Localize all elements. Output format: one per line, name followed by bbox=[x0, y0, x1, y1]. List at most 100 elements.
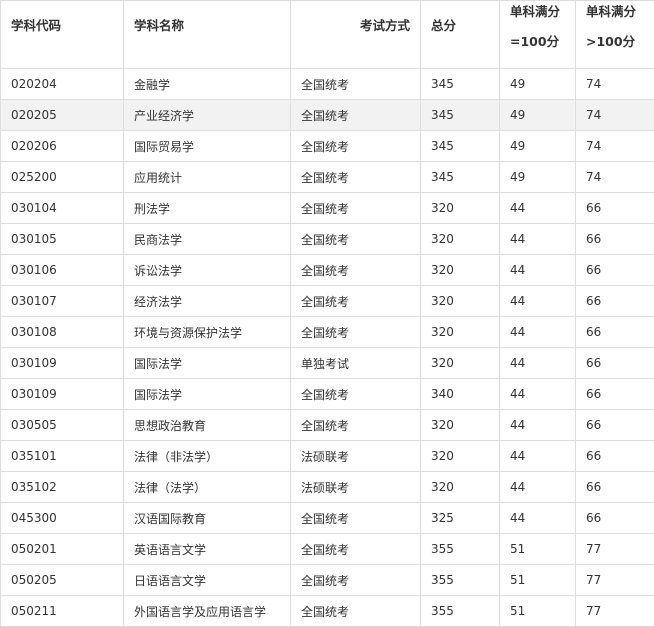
header-full-150: 单科满分 >100分 bbox=[576, 1, 654, 69]
cell-name: 国际贸易学 bbox=[124, 131, 291, 162]
cell-score-150: 66 bbox=[576, 317, 654, 348]
cell-code: 045300 bbox=[1, 503, 124, 534]
cell-name: 应用统计 bbox=[124, 162, 291, 193]
cell-score-100: 44 bbox=[500, 286, 576, 317]
table-row: 030108环境与资源保护法学全国统考3204466 bbox=[1, 317, 654, 348]
cell-code: 020204 bbox=[1, 69, 124, 100]
cell-score-150: 66 bbox=[576, 503, 654, 534]
table-row: 050211外国语言学及应用语言学全国统考3555177 bbox=[1, 596, 654, 627]
header-full-100: 单科满分 =100分 bbox=[500, 1, 576, 69]
cell-score-100: 44 bbox=[500, 224, 576, 255]
cell-method: 全国统考 bbox=[291, 131, 421, 162]
cell-code: 035102 bbox=[1, 472, 124, 503]
cell-score-150: 66 bbox=[576, 472, 654, 503]
cell-score-150: 74 bbox=[576, 69, 654, 100]
cell-name: 国际法学 bbox=[124, 379, 291, 410]
cell-name: 金融学 bbox=[124, 69, 291, 100]
cell-score-100: 44 bbox=[500, 255, 576, 286]
cell-score-150: 66 bbox=[576, 255, 654, 286]
cell-total: 355 bbox=[421, 596, 500, 627]
cell-score-150: 66 bbox=[576, 224, 654, 255]
cell-score-100: 51 bbox=[500, 596, 576, 627]
cell-method: 全国统考 bbox=[291, 286, 421, 317]
table-row: 030505思想政治教育全国统考3204466 bbox=[1, 410, 654, 441]
cell-score-150: 77 bbox=[576, 565, 654, 596]
cell-score-150: 66 bbox=[576, 410, 654, 441]
cell-name: 环境与资源保护法学 bbox=[124, 317, 291, 348]
table-row: 025200应用统计全国统考3454974 bbox=[1, 162, 654, 193]
cell-code: 025200 bbox=[1, 162, 124, 193]
cell-score-100: 44 bbox=[500, 379, 576, 410]
table-row: 045300汉语国际教育全国统考3254466 bbox=[1, 503, 654, 534]
cell-score-150: 66 bbox=[576, 286, 654, 317]
cell-score-150: 74 bbox=[576, 162, 654, 193]
cell-name: 诉讼法学 bbox=[124, 255, 291, 286]
cell-code: 030106 bbox=[1, 255, 124, 286]
cell-total: 320 bbox=[421, 317, 500, 348]
header-code: 学科代码 bbox=[1, 1, 124, 69]
cell-method: 全国统考 bbox=[291, 224, 421, 255]
cell-score-150: 77 bbox=[576, 596, 654, 627]
cell-score-100: 44 bbox=[500, 193, 576, 224]
cell-method: 全国统考 bbox=[291, 503, 421, 534]
cell-total: 340 bbox=[421, 379, 500, 410]
table-row: 030106诉讼法学全国统考3204466 bbox=[1, 255, 654, 286]
cell-code: 030505 bbox=[1, 410, 124, 441]
cell-code: 030107 bbox=[1, 286, 124, 317]
cell-score-100: 44 bbox=[500, 441, 576, 472]
cell-method: 全国统考 bbox=[291, 193, 421, 224]
cell-total: 320 bbox=[421, 441, 500, 472]
header-full-100-line1: 单科满分 bbox=[510, 3, 575, 21]
table-row: 035101法律（非法学）法硕联考3204466 bbox=[1, 441, 654, 472]
cell-method: 全国统考 bbox=[291, 534, 421, 565]
cell-total: 355 bbox=[421, 534, 500, 565]
table-row: 030109国际法学全国统考3404466 bbox=[1, 379, 654, 410]
cell-name: 法律（法学） bbox=[124, 472, 291, 503]
cell-name: 法律（非法学） bbox=[124, 441, 291, 472]
cell-method: 法硕联考 bbox=[291, 441, 421, 472]
header-full-150-line2: >100分 bbox=[586, 33, 654, 51]
header-method: 考试方式 bbox=[291, 1, 421, 69]
cell-total: 345 bbox=[421, 69, 500, 100]
cell-score-100: 49 bbox=[500, 100, 576, 131]
cell-name: 民商法学 bbox=[124, 224, 291, 255]
cell-name: 经济法学 bbox=[124, 286, 291, 317]
cell-method: 单独考试 bbox=[291, 348, 421, 379]
cell-score-100: 49 bbox=[500, 162, 576, 193]
cell-name: 英语语言文学 bbox=[124, 534, 291, 565]
cell-code: 050201 bbox=[1, 534, 124, 565]
cell-method: 全国统考 bbox=[291, 162, 421, 193]
cell-code: 030104 bbox=[1, 193, 124, 224]
cell-total: 355 bbox=[421, 565, 500, 596]
cell-score-150: 77 bbox=[576, 534, 654, 565]
cell-score-100: 49 bbox=[500, 69, 576, 100]
cell-total: 320 bbox=[421, 193, 500, 224]
table-header-row: 学科代码 学科名称 考试方式 总分 单科满分 =100分 单科满分 >100分 bbox=[1, 1, 654, 69]
table-row: 030107经济法学全国统考3204466 bbox=[1, 286, 654, 317]
cell-score-100: 49 bbox=[500, 131, 576, 162]
cell-score-100: 51 bbox=[500, 565, 576, 596]
table-row: 050201英语语言文学全国统考3555177 bbox=[1, 534, 654, 565]
cell-method: 全国统考 bbox=[291, 410, 421, 441]
cell-name: 日语语言文学 bbox=[124, 565, 291, 596]
cell-name: 产业经济学 bbox=[124, 100, 291, 131]
header-total: 总分 bbox=[421, 1, 500, 69]
cell-method: 全国统考 bbox=[291, 69, 421, 100]
cell-score-100: 44 bbox=[500, 503, 576, 534]
cell-score-100: 44 bbox=[500, 410, 576, 441]
cell-code: 030108 bbox=[1, 317, 124, 348]
cell-score-100: 44 bbox=[500, 348, 576, 379]
cell-code: 050211 bbox=[1, 596, 124, 627]
cell-name: 刑法学 bbox=[124, 193, 291, 224]
cell-method: 全国统考 bbox=[291, 317, 421, 348]
cell-method: 全国统考 bbox=[291, 100, 421, 131]
cell-total: 320 bbox=[421, 410, 500, 441]
cell-code: 030109 bbox=[1, 379, 124, 410]
cell-code: 030105 bbox=[1, 224, 124, 255]
cell-score-150: 66 bbox=[576, 193, 654, 224]
cell-total: 345 bbox=[421, 100, 500, 131]
table-row: 030104刑法学全国统考3204466 bbox=[1, 193, 654, 224]
cell-total: 320 bbox=[421, 348, 500, 379]
header-name: 学科名称 bbox=[124, 1, 291, 69]
cell-method: 法硕联考 bbox=[291, 472, 421, 503]
